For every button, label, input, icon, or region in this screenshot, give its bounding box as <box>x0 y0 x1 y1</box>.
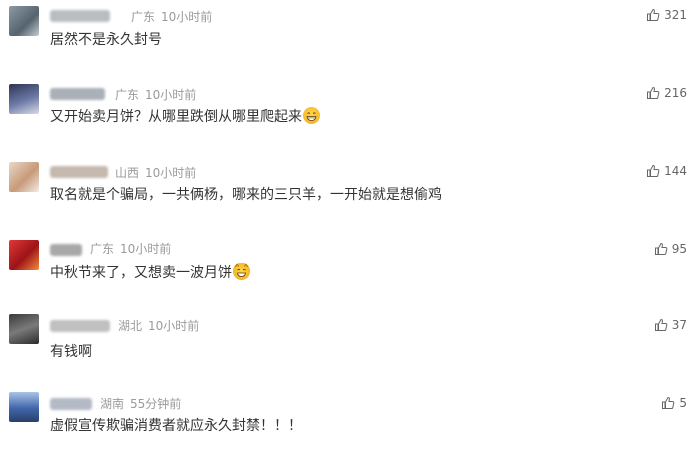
comment-time: 10小时前 <box>120 242 172 256</box>
comment-location: 湖北 <box>118 319 143 333</box>
like-count: 216 <box>664 86 687 100</box>
comment-item: 广东 10小时前 居然不是永久封号 321 <box>0 0 697 70</box>
comment-time: 10小时前 <box>145 88 197 102</box>
thumbs-up-icon <box>646 164 660 178</box>
comment-text: 又开始卖月饼？从哪里跌倒从哪里爬起来 <box>50 107 320 127</box>
thumbs-up-icon <box>646 86 660 100</box>
comment-meta: 山西 10小时前 <box>115 166 202 180</box>
comment-location: 湖南 <box>100 397 125 411</box>
comment-meta: 广东 10小时前 <box>115 88 202 102</box>
thumbs-up-icon <box>654 242 668 256</box>
comment-time: 10小时前 <box>145 166 197 180</box>
avatar[interactable] <box>9 6 39 36</box>
like-count: 95 <box>671 242 687 256</box>
comment-text: 中秋节来了，又想卖一波月饼 <box>50 263 250 283</box>
grinning-sweat-emoji <box>303 107 320 124</box>
avatar[interactable] <box>9 240 39 270</box>
username-blurred[interactable] <box>50 244 82 256</box>
username-blurred[interactable] <box>50 10 110 22</box>
like-button[interactable]: 95 <box>654 242 687 256</box>
avatar[interactable] <box>9 392 39 422</box>
username-blurred[interactable] <box>50 398 92 410</box>
comment-item: 山西 10小时前 取名就是个骗局，一共俩杨，哪来的三只羊，一开始就是想偷鸡 144 <box>0 156 697 226</box>
comment-meta: 湖北 10小时前 <box>118 319 205 333</box>
username-blurred[interactable] <box>50 166 108 178</box>
comment-time: 10小时前 <box>148 319 200 333</box>
like-button[interactable]: 5 <box>661 396 687 410</box>
comment-item: 广东 10小时前 又开始卖月饼？从哪里跌倒从哪里爬起来 216 <box>0 78 697 148</box>
comment-location: 山西 <box>115 166 140 180</box>
comment-text: 虚假宣传欺骗消费者就应永久封禁！！！ <box>50 418 302 434</box>
thumbs-up-icon <box>646 8 660 22</box>
comment-meta: 广东 10小时前 <box>131 10 218 24</box>
comment-text: 取名就是个骗局，一共俩杨，哪来的三只羊，一开始就是想偷鸡 <box>50 187 442 203</box>
grinning-cat-emoji <box>233 263 250 280</box>
comment-meta: 湖南 55分钟前 <box>100 397 187 411</box>
avatar[interactable] <box>9 314 39 344</box>
like-count: 37 <box>671 318 687 332</box>
like-button[interactable]: 321 <box>646 8 687 22</box>
comment-location: 广东 <box>131 10 156 24</box>
like-count: 144 <box>664 164 687 178</box>
username-blurred[interactable] <box>50 88 105 100</box>
like-count: 5 <box>679 396 687 410</box>
comment-location: 广东 <box>115 88 140 102</box>
avatar[interactable] <box>9 84 39 114</box>
comment-time: 10小时前 <box>161 10 213 24</box>
comment-item: 湖北 10小时前 有钱啊 37 <box>0 312 697 382</box>
comment-time: 55分钟前 <box>130 397 182 411</box>
thumbs-up-icon <box>654 318 668 332</box>
like-button[interactable]: 37 <box>654 318 687 332</box>
comment-item: 广东 10小时前 中秋节来了，又想卖一波月饼 95 <box>0 234 697 304</box>
username-blurred[interactable] <box>50 320 110 332</box>
comment-text: 有钱啊 <box>50 344 92 360</box>
like-button[interactable]: 144 <box>646 164 687 178</box>
like-button[interactable]: 216 <box>646 86 687 100</box>
like-count: 321 <box>664 8 687 22</box>
comment-item: 湖南 55分钟前 虚假宣传欺骗消费者就应永久封禁！！！ 5 <box>0 390 697 460</box>
avatar[interactable] <box>9 162 39 192</box>
thumbs-up-icon <box>661 396 675 410</box>
comment-location: 广东 <box>90 242 115 256</box>
comment-text: 居然不是永久封号 <box>50 32 162 48</box>
comment-meta: 广东 10小时前 <box>90 242 177 256</box>
